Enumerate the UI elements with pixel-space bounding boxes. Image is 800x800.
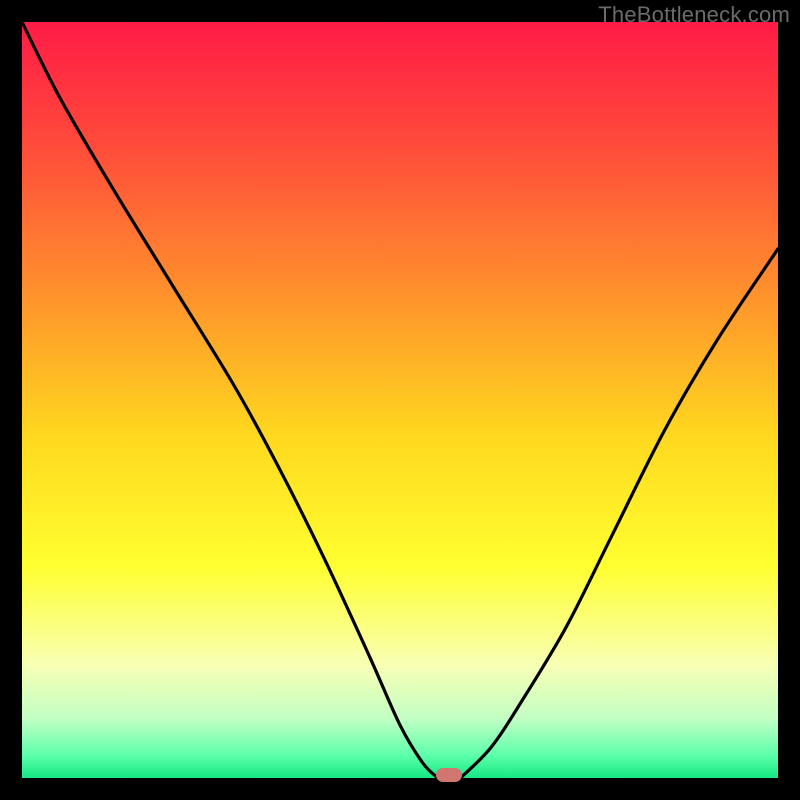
watermark-text: TheBottleneck.com bbox=[598, 2, 790, 28]
chart-svg bbox=[22, 22, 778, 778]
gradient-background bbox=[22, 22, 778, 778]
chart-frame: TheBottleneck.com bbox=[0, 0, 800, 800]
plot-area bbox=[22, 22, 778, 778]
minimum-marker bbox=[436, 768, 462, 782]
